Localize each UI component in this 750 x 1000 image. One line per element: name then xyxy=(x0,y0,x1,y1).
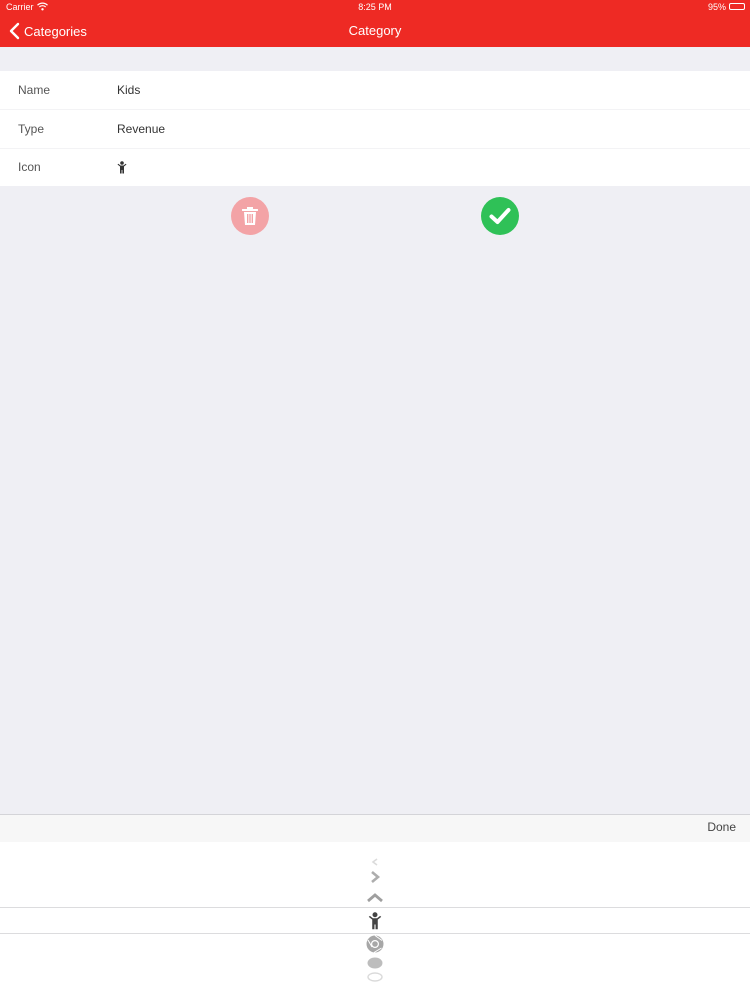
trash-icon xyxy=(242,207,258,225)
type-value[interactable]: Revenue xyxy=(117,122,165,136)
child-icon[interactable] xyxy=(363,912,387,930)
chevron-up-icon[interactable] xyxy=(363,893,387,903)
icon-label: Icon xyxy=(18,160,41,174)
navigation-bar: Categories Category xyxy=(0,14,750,47)
delete-button[interactable] xyxy=(231,197,269,235)
circle-outline-icon[interactable] xyxy=(363,972,387,982)
category-form: Name Kids Type Revenue Icon xyxy=(0,71,750,186)
chrome-icon[interactable] xyxy=(363,935,387,953)
type-row[interactable]: Type Revenue xyxy=(0,110,750,148)
done-button[interactable]: Done xyxy=(707,820,736,834)
picker-selection-line-top xyxy=(0,907,750,908)
chevron-left-icon[interactable] xyxy=(363,858,387,866)
battery-percent: 95% xyxy=(707,2,726,12)
name-row[interactable]: Name Kids xyxy=(0,71,750,109)
confirm-button[interactable] xyxy=(481,197,519,235)
name-label: Name xyxy=(18,83,51,97)
name-value[interactable]: Kids xyxy=(117,83,140,97)
chevron-right-icon[interactable] xyxy=(363,871,387,883)
child-icon[interactable] xyxy=(117,160,127,174)
battery-icon xyxy=(729,3,745,10)
page-title: Category xyxy=(348,23,402,38)
picker-toolbar: Done xyxy=(0,814,750,842)
status-time: 8:25 PM xyxy=(358,2,392,12)
circle-icon[interactable] xyxy=(363,957,387,969)
icon-row[interactable]: Icon xyxy=(0,148,750,186)
icon-picker[interactable] xyxy=(0,842,750,1000)
status-bar: Carrier 8:25 PM 95% xyxy=(0,0,750,14)
picker-selection-line-bottom xyxy=(0,933,750,934)
type-label: Type xyxy=(18,122,45,136)
checkmark-icon xyxy=(489,208,511,224)
